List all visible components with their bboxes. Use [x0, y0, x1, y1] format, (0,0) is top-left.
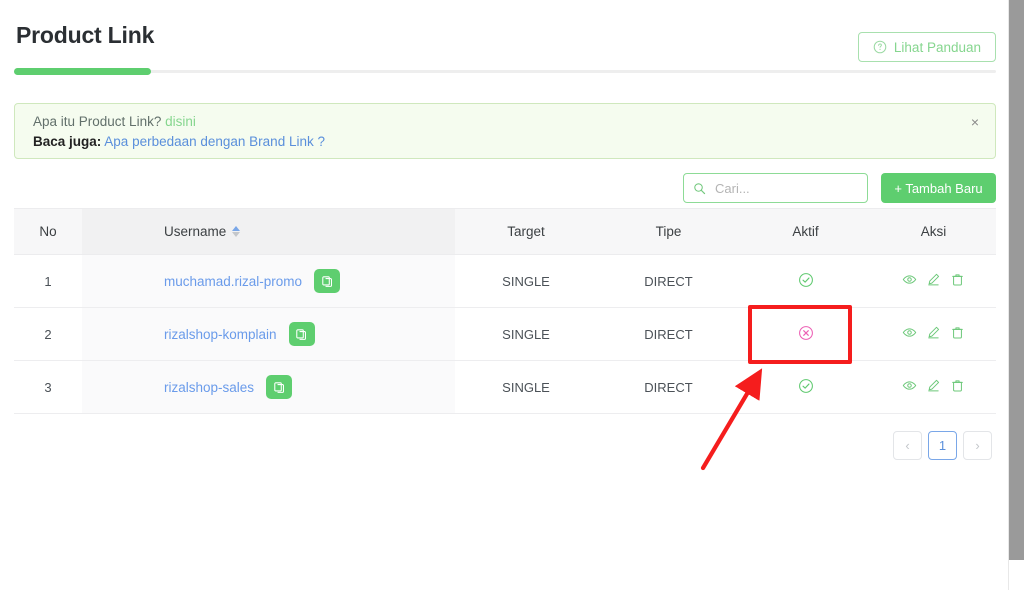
column-label-target: Target: [507, 224, 545, 239]
cell-aktif: [740, 360, 871, 414]
pagination-prev-button[interactable]: ‹: [893, 431, 922, 460]
table-row: 3 rizalshop-sales SINGLE DIRECT: [14, 360, 996, 414]
page-header: Product Link Lihat Panduan: [14, 22, 996, 68]
cell-aktif: [740, 307, 871, 361]
pagination: ‹ 1 ›: [893, 431, 992, 460]
page-title: Product Link: [16, 22, 155, 48]
status-active-icon[interactable]: [798, 378, 814, 397]
cell-tipe: DIRECT: [597, 254, 740, 308]
progress-fill: [14, 68, 152, 75]
cell-tipe: DIRECT: [597, 360, 740, 414]
alert-question-text: Apa itu Product Link?: [33, 114, 162, 129]
status-inactive-icon[interactable]: [798, 325, 814, 344]
info-alert: Apa itu Product Link? disini Baca juga: …: [14, 103, 996, 159]
alert-brandlink-link[interactable]: Apa perbedaan dengan Brand Link ?: [104, 134, 325, 149]
column-label-username: Username: [164, 224, 227, 239]
cell-aksi: [871, 360, 996, 414]
add-new-button[interactable]: + Tambah Baru: [881, 173, 996, 203]
cell-username: muchamad.rizal-promo: [82, 254, 455, 308]
page-content: Product Link Lihat Panduan Apa itu Produ…: [0, 0, 1009, 590]
cell-tipe: DIRECT: [597, 307, 740, 361]
column-label-aksi: Aksi: [920, 224, 947, 239]
alert-disini-link[interactable]: disini: [165, 114, 196, 129]
alert-line-one: Apa itu Product Link? disini: [33, 114, 196, 129]
table-header-row: No Username Target Tipe Aktif Aksi: [14, 208, 996, 255]
pagination-page-1[interactable]: 1: [928, 431, 957, 460]
copy-icon[interactable]: [288, 322, 315, 346]
vertical-scrollbar[interactable]: [1009, 0, 1024, 590]
cell-target: SINGLE: [455, 360, 597, 414]
cell-no: 2: [14, 307, 82, 361]
cell-target: SINGLE: [455, 307, 597, 361]
cell-aksi: [871, 307, 996, 361]
cell-no: 1: [14, 254, 82, 308]
view-guide-label: Lihat Panduan: [893, 39, 981, 55]
column-header-aktif: Aktif: [740, 208, 871, 255]
scrollbar-thumb[interactable]: [1009, 0, 1024, 560]
search-box[interactable]: [683, 173, 868, 203]
cell-aktif: [740, 254, 871, 308]
cell-target: SINGLE: [455, 254, 597, 308]
alert-readalso-label: Baca juga:: [33, 134, 102, 149]
progress-track: [14, 68, 996, 75]
column-header-tipe: Tipe: [597, 208, 740, 255]
question-circle-icon: [873, 40, 887, 54]
alert-close-icon[interactable]: ×: [967, 114, 983, 130]
trash-icon[interactable]: [950, 378, 965, 396]
table-body: 1 muchamad.rizal-promo SINGLE DIRECT 2 rizals…: [14, 254, 996, 414]
status-active-icon[interactable]: [798, 272, 814, 291]
pencil-icon[interactable]: [926, 325, 941, 343]
app-window: Product Link Lihat Panduan Apa itu Produ…: [0, 0, 1024, 590]
eye-icon[interactable]: [902, 325, 917, 343]
sort-toggle-icon[interactable]: [232, 225, 241, 238]
pencil-icon[interactable]: [926, 378, 941, 396]
alert-line-two: Baca juga: Apa perbedaan dengan Brand Li…: [33, 134, 325, 149]
copy-icon[interactable]: [314, 269, 341, 293]
cell-username: rizalshop-sales: [82, 360, 455, 414]
table-head: No Username Target Tipe Aktif Aksi: [14, 208, 996, 255]
column-header-aksi: Aksi: [871, 208, 996, 255]
product-link-table: No Username Target Tipe Aktif Aksi 1 muc…: [14, 208, 996, 414]
eye-icon[interactable]: [902, 272, 917, 290]
column-header-no: No: [14, 208, 82, 255]
view-guide-button[interactable]: Lihat Panduan: [857, 32, 996, 62]
column-label-no: No: [39, 224, 57, 239]
pencil-icon[interactable]: [926, 272, 941, 290]
eye-icon[interactable]: [902, 378, 917, 396]
column-header-username[interactable]: Username: [82, 208, 455, 255]
table-row: 1 muchamad.rizal-promo SINGLE DIRECT: [14, 254, 996, 308]
trash-icon[interactable]: [950, 325, 965, 343]
pagination-next-button[interactable]: ›: [963, 431, 992, 460]
column-label-tipe: Tipe: [655, 224, 682, 239]
username-link[interactable]: muchamad.rizal-promo: [164, 274, 302, 289]
search-icon: [693, 182, 706, 195]
copy-icon[interactable]: [266, 375, 293, 399]
cell-no: 3: [14, 360, 82, 414]
column-label-aktif: Aktif: [792, 224, 819, 239]
cell-aksi: [871, 254, 996, 308]
cell-username: rizalshop-komplain: [82, 307, 455, 361]
search-input[interactable]: [713, 179, 858, 197]
column-header-target: Target: [455, 208, 597, 255]
username-link[interactable]: rizalshop-komplain: [164, 327, 277, 342]
username-link[interactable]: rizalshop-sales: [164, 380, 254, 395]
trash-icon[interactable]: [950, 272, 965, 290]
table-row: 2 rizalshop-komplain SINGLE DIRECT: [14, 307, 996, 361]
